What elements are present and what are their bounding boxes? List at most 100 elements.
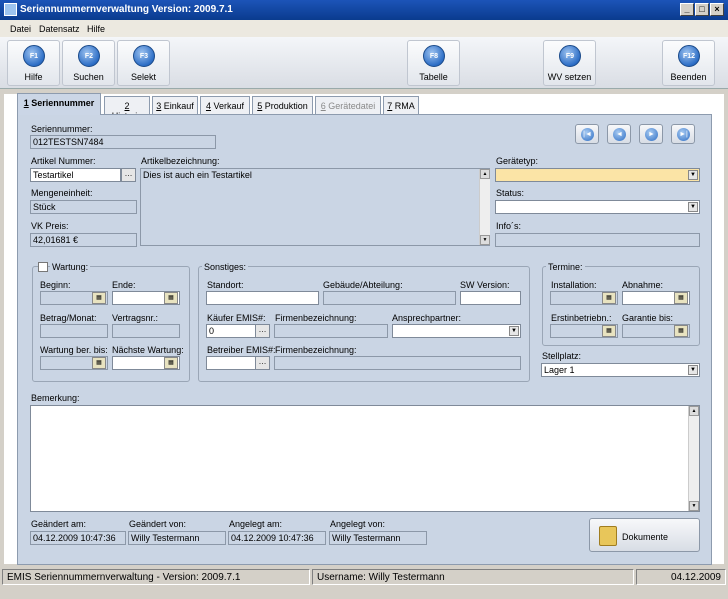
scroll-down-icon[interactable]: ▼ — [480, 235, 490, 245]
standort-field[interactable] — [206, 291, 319, 305]
wartung-ber-label: Wartung ber. bis: — [40, 345, 108, 355]
tab-geraetedatei[interactable]: 6 Gerätedatei — [315, 96, 381, 114]
angelegt-von-label: Angelegt von: — [330, 519, 386, 529]
mengeneinheit-field[interactable]: Stück — [30, 200, 137, 214]
vkpreis-field[interactable]: 42,01681 € — [30, 233, 137, 247]
firmenbez2-field[interactable] — [274, 356, 521, 370]
calendar-icon[interactable]: ▦ — [602, 292, 616, 304]
tab-seriennummer[interactable]: 1 Seriennummer — [17, 93, 101, 115]
calendar-icon[interactable]: ▦ — [92, 357, 106, 369]
garantie-label: Garantie bis: — [622, 313, 674, 323]
scroll-up-icon[interactable]: ▲ — [480, 169, 490, 179]
calendar-icon[interactable]: ▦ — [674, 292, 688, 304]
artikelnr-field[interactable]: Testartikel — [30, 168, 121, 182]
bemerkung-textarea[interactable] — [30, 405, 700, 512]
seriennummer-field[interactable]: 012TESTSN7484 — [30, 135, 216, 149]
kaeufer-label: Käufer EMIS#: — [207, 313, 266, 323]
calendar-icon[interactable]: ▦ — [674, 325, 688, 337]
artikelbez-field[interactable]: Dies ist auch ein Testartikel — [140, 168, 490, 246]
tab-verkauf[interactable]: 4 Verkauf — [200, 96, 250, 114]
close-button[interactable]: × — [710, 3, 724, 16]
scroll-down-icon[interactable]: ▼ — [689, 501, 699, 511]
tab-historie[interactable]: 2 Historie — [104, 96, 150, 121]
table-button[interactable]: F8 Tabelle — [407, 40, 460, 86]
window-title: Seriennummernverwaltung Version: 2009.7.… — [20, 4, 233, 15]
ende-label: Ende: — [112, 280, 136, 290]
menu-datensatz[interactable]: Datensatz — [39, 24, 80, 34]
gebaeude-label: Gebäude/Abteilung: — [323, 280, 403, 290]
standort-label: Standort: — [207, 280, 244, 290]
chevron-down-icon[interactable]: ▼ — [688, 170, 698, 180]
prev-record-button[interactable]: ◄ — [607, 124, 631, 144]
vertragsnr-field[interactable] — [112, 324, 180, 338]
stellplatz-select[interactable]: Lager 1 ▼ — [541, 363, 700, 377]
search-button[interactable]: F2 Suchen — [62, 40, 115, 86]
betreiber-field[interactable] — [206, 356, 256, 370]
wartung-checkbox[interactable] — [38, 262, 48, 272]
abnahme-label: Abnahme: — [622, 280, 664, 290]
firmenbez2-label: Firmenbezeichnung: — [275, 345, 357, 355]
last-record-button[interactable]: ►| — [671, 124, 695, 144]
geraetetyp-select[interactable]: ▼ — [495, 168, 700, 182]
betreiber-lookup-button[interactable]: … — [255, 356, 270, 370]
kaeufer-lookup-button[interactable]: … — [255, 324, 270, 338]
f8-key-icon: F8 — [423, 45, 445, 67]
betrag-field[interactable] — [40, 324, 108, 338]
sw-version-field[interactable] — [460, 291, 521, 305]
gebaeude-field[interactable] — [323, 291, 456, 305]
calendar-icon[interactable]: ▦ — [92, 292, 106, 304]
help-label: Hilfe — [24, 72, 43, 82]
tab-rma-num: 7 — [387, 101, 393, 111]
status-select[interactable]: ▼ — [495, 200, 700, 214]
kaeufer-field[interactable]: 0 — [206, 324, 256, 338]
bemerkung-scrollbar[interactable]: ▲ ▼ — [688, 406, 699, 511]
chevron-down-icon[interactable]: ▼ — [509, 326, 519, 336]
artikelbez-label: Artikelbezeichnung: — [141, 156, 220, 166]
folder-icon — [599, 526, 617, 546]
infos-field[interactable] — [495, 233, 700, 247]
chevron-down-icon[interactable]: ▼ — [688, 202, 698, 212]
termine-label: Termine: — [546, 262, 585, 272]
calendar-icon[interactable]: ▦ — [164, 292, 178, 304]
wv-setzen-label: WV setzen — [547, 72, 592, 82]
tab-seriennummer-num: 1 — [23, 98, 29, 108]
firmenbez1-label: Firmenbezeichnung: — [275, 313, 357, 323]
wv-setzen-button[interactable]: F9 WV setzen — [543, 40, 596, 86]
minimize-button[interactable]: _ — [680, 3, 694, 16]
select-label: Selekt — [130, 72, 156, 82]
status-app: EMIS Seriennummernverwaltung - Version: … — [2, 569, 310, 585]
menu-hilfe[interactable]: Hilfe — [87, 24, 105, 34]
scroll-up-icon[interactable]: ▲ — [689, 406, 699, 416]
bemerkung-label: Bemerkung: — [31, 393, 80, 403]
next-record-button[interactable]: ► — [639, 124, 663, 144]
geaendert-von-field: Willy Testermann — [128, 531, 226, 545]
exit-button[interactable]: F12 Beenden — [662, 40, 715, 86]
maximize-button[interactable]: □ — [695, 3, 709, 16]
help-button[interactable]: F1 Hilfe — [7, 40, 60, 86]
erstinbetrieb-label: Erstinbetriebn.: — [551, 313, 612, 323]
calendar-icon[interactable]: ▦ — [164, 357, 178, 369]
tab-verkauf-num: 4 — [205, 101, 211, 111]
chevron-down-icon[interactable]: ▼ — [688, 365, 698, 375]
tab-einkauf[interactable]: 3 Einkauf — [152, 96, 198, 114]
dokumente-button[interactable]: Dokumente — [589, 518, 700, 552]
firmenbez1-field[interactable] — [274, 324, 388, 338]
artikelbez-scrollbar[interactable]: ▲ ▼ — [479, 169, 490, 245]
tab-produktion[interactable]: 5 Produktion — [252, 96, 313, 114]
f9-key-icon: F9 — [559, 45, 581, 67]
calendar-icon[interactable]: ▦ — [602, 325, 616, 337]
first-record-button[interactable]: |◄ — [575, 124, 599, 144]
artikelnr-lookup-button[interactable]: … — [121, 168, 136, 182]
tab-rma[interactable]: 7 RMA — [383, 96, 419, 114]
exit-label: Beenden — [670, 72, 707, 82]
vkpreis-label: VK Preis: — [31, 221, 69, 231]
app-icon — [4, 3, 17, 16]
sonstiges-label: Sonstiges: — [202, 262, 249, 272]
select-button[interactable]: F3 Selekt — [117, 40, 170, 86]
mengeneinheit-label: Mengeneinheit: — [31, 188, 93, 198]
status-date: 04.12.2009 — [636, 569, 726, 585]
geraetetyp-label: Gerätetyp: — [496, 156, 539, 166]
ansprech-select[interactable]: ▼ — [392, 324, 521, 338]
tab-produktion-num: 5 — [257, 101, 263, 111]
menu-datei[interactable]: Datei — [10, 24, 31, 34]
